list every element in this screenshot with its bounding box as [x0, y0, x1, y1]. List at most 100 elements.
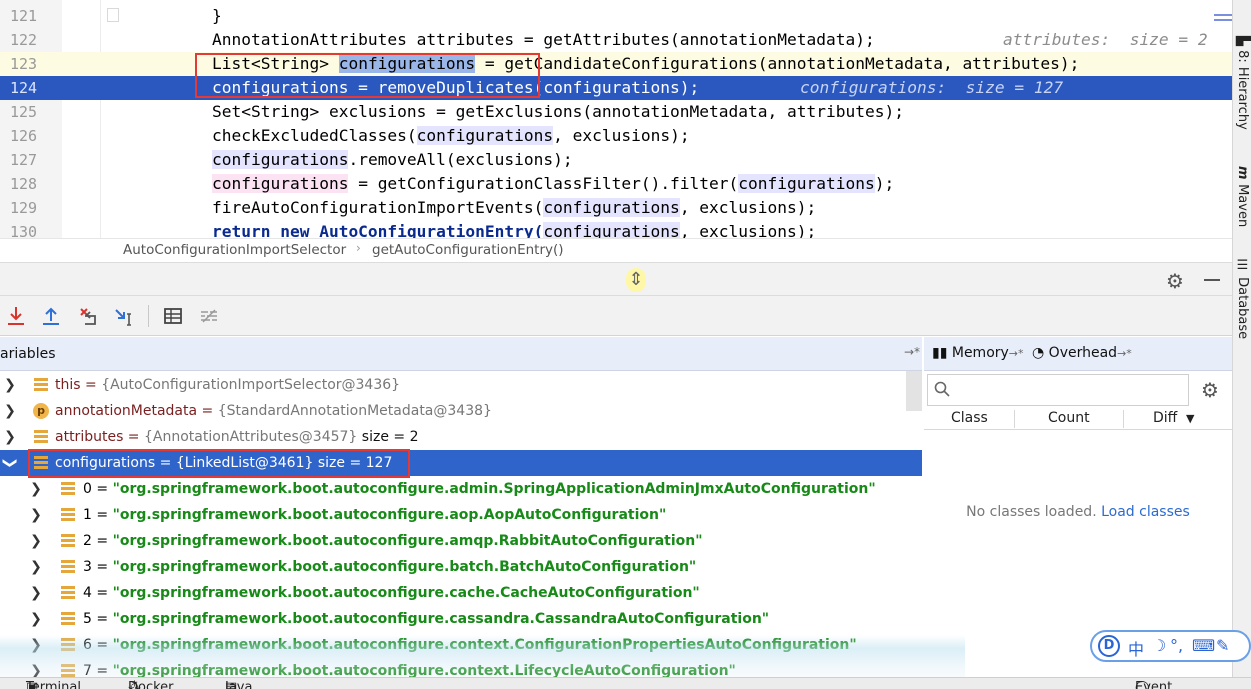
sort-desc-icon[interactable]: ▼ [1186, 412, 1194, 425]
code-line[interactable]: 122 AnnotationAttributes attributes = ge… [0, 28, 1232, 52]
keyboard-icon[interactable]: ⌨ [1192, 636, 1215, 655]
toolbar-separator [148, 305, 149, 327]
code-line[interactable]: 121 } [0, 4, 1232, 28]
list-item[interactable]: ❯ 1 = "org.springframework.boot.autoconf… [0, 502, 922, 528]
run-to-cursor-icon[interactable] [112, 304, 136, 328]
column-diff[interactable]: Diff [1153, 410, 1177, 426]
element-value: "org.springframework.boot.autoconfigure.… [112, 637, 857, 653]
ime-moon-icon[interactable]: ☽ [1152, 636, 1166, 655]
code-text: Set<String> exclusions = getExclusions(a… [212, 102, 904, 121]
drop-frame-icon[interactable] [76, 304, 100, 328]
empty-state: No classes loaded. Load classes [924, 504, 1232, 520]
variables-tree[interactable]: ❯ this = {AutoConfigurationImportSelecto… [0, 371, 922, 689]
execution-line[interactable]: 124 configurations = removeDuplicates(co… [0, 76, 1232, 100]
code-text: AnnotationAttributes attributes = getAtt… [212, 30, 875, 49]
highlighted-variable[interactable]: configurations [416, 126, 554, 145]
variable-size: size = 2 [361, 429, 419, 445]
column-count[interactable]: Count [1048, 410, 1090, 426]
ime-tool-icon[interactable]: ✎ [1216, 636, 1229, 655]
pin-icon[interactable]: →* [1009, 347, 1024, 360]
expand-arrow-icon[interactable]: ❯ [3, 398, 17, 424]
element-value: "org.springframework.boot.autoconfigure.… [112, 585, 700, 601]
step-into-icon[interactable] [4, 304, 28, 328]
field-icon [61, 482, 75, 496]
code-line[interactable]: 126 checkExcludedClasses(configurations,… [0, 124, 1232, 148]
debug-panel-header: ⇕ ⚙ [0, 262, 1232, 296]
variables-panel-header: ariables →* [0, 337, 922, 371]
highlighted-variable[interactable]: configurations [738, 174, 875, 193]
element-value: "org.springframework.boot.autoconfigure.… [112, 481, 876, 497]
element-index: 5 [83, 611, 92, 627]
collapse-arrow-icon[interactable]: ❯ [0, 456, 23, 470]
list-item[interactable]: ❯ 4 = "org.springframework.boot.autoconf… [0, 580, 922, 606]
expand-arrow-icon[interactable]: ❯ [29, 476, 43, 502]
expand-arrow-icon[interactable]: ❯ [3, 372, 17, 398]
highlighted-variable[interactable]: configurations [543, 222, 680, 238]
expand-arrow-icon[interactable]: ❯ [29, 632, 43, 658]
column-class[interactable]: Class [951, 410, 988, 426]
resize-handle-icon[interactable]: ⇕ [626, 268, 646, 292]
code-line[interactable]: 130 return new AutoConfigurationEntry(co… [0, 220, 1232, 238]
red-annotation-box [28, 449, 410, 478]
code-line[interactable]: 127 configurations.removeAll(exclusions)… [0, 148, 1232, 172]
tab-memory[interactable]: ▮▮ Memory→* [932, 345, 1024, 361]
breadcrumb: AutoConfigurationImportSelector › getAut… [0, 238, 1232, 262]
expand-arrow-icon[interactable]: ❯ [29, 554, 43, 580]
scrollbar-thumb[interactable] [906, 371, 922, 411]
expand-arrow-icon[interactable]: ❯ [3, 424, 17, 450]
tab-overhead[interactable]: ◔ Overhead→* [1032, 345, 1132, 361]
highlighted-variable[interactable]: configurations [212, 174, 349, 193]
element-value: "org.springframework.boot.autoconfigure.… [112, 611, 770, 627]
expand-arrow-icon[interactable]: ❯ [29, 606, 43, 632]
trace-icon[interactable] [197, 304, 221, 328]
gear-icon[interactable]: ⚙ [1166, 269, 1184, 293]
code-token: = getCandidateConfigurations(annotationM… [475, 54, 1080, 73]
class-search-input[interactable] [927, 374, 1189, 406]
database-tool-tab[interactable]: ☰ Database [1235, 258, 1250, 339]
load-classes-link[interactable]: Load classes [1101, 504, 1190, 520]
variable-name: attributes [55, 429, 124, 445]
ime-language[interactable]: 中 [1128, 636, 1144, 660]
list-item[interactable]: ❯ 5 = "org.springframework.boot.autoconf… [0, 606, 922, 632]
ime-toolbar[interactable]: D 中 ☽ °, ⌨ ✎ [1090, 630, 1251, 662]
hierarchy-icon: ▙ [1235, 36, 1250, 51]
field-icon [61, 638, 75, 652]
list-item[interactable]: ❯ 2 = "org.springframework.boot.autoconf… [0, 528, 922, 554]
highlighted-variable[interactable]: configurations [543, 198, 680, 217]
evaluate-icon[interactable] [161, 304, 185, 328]
code-token: ); [874, 174, 895, 193]
line-number: 121 [10, 7, 38, 25]
highlighted-variable[interactable]: configurations [212, 150, 349, 169]
hierarchy-tool-tab[interactable]: ▙ 8: Hierarchy [1235, 36, 1250, 130]
breadcrumb-class[interactable]: AutoConfigurationImportSelector [123, 242, 346, 258]
code-line[interactable]: 125 Set<String> exclusions = getExclusio… [0, 100, 1232, 124]
code-line[interactable]: 129 fireAutoConfigurationImportEvents(co… [0, 196, 1232, 220]
tree-row[interactable]: ❯ attributes = {AnnotationAttributes@345… [0, 424, 922, 450]
tree-row[interactable]: ❯ p annotationMetadata = {StandardAnnota… [0, 398, 922, 424]
step-out-icon[interactable] [39, 304, 63, 328]
element-label: 6 = "org.springframework.boot.autoconfig… [83, 637, 857, 653]
expand-arrow-icon[interactable]: ❯ [29, 528, 43, 554]
code-token: , exclusions); [553, 126, 690, 145]
list-item[interactable]: ❯ 6 = "org.springframework.boot.autoconf… [0, 632, 922, 658]
expand-arrow-icon[interactable]: ❯ [29, 502, 43, 528]
maven-tool-tab[interactable]: m Maven [1235, 166, 1250, 227]
ime-punct-icon[interactable]: °, [1170, 636, 1183, 655]
field-icon [34, 430, 48, 444]
code-token: .removeAll(exclusions); [348, 150, 573, 169]
breadcrumb-method[interactable]: getAutoConfigurationEntry() [372, 242, 564, 258]
tree-row[interactable]: ❯ this = {AutoConfigurationImportSelecto… [0, 372, 922, 398]
event-log-label: Event Log [1135, 680, 1173, 689]
code-editor[interactable]: 121 } 122 AnnotationAttributes attribute… [0, 0, 1232, 238]
pin-icon[interactable]: →* [1117, 347, 1132, 360]
pin-icon[interactable]: →* [904, 345, 920, 359]
column-divider [1014, 410, 1015, 428]
list-item[interactable]: ❯ 0 = "org.springframework.boot.autoconf… [0, 476, 922, 502]
gear-icon[interactable]: ⚙ [1201, 378, 1219, 402]
code-line[interactable]: 128 configurations = getConfigurationCla… [0, 172, 1232, 196]
element-index: 4 [83, 585, 92, 601]
minimize-icon[interactable] [1204, 279, 1220, 281]
list-item[interactable]: ❯ 3 = "org.springframework.boot.autoconf… [0, 554, 922, 580]
code-line[interactable]: 123 List<String> configurations = getCan… [0, 52, 1232, 76]
expand-arrow-icon[interactable]: ❯ [29, 580, 43, 606]
